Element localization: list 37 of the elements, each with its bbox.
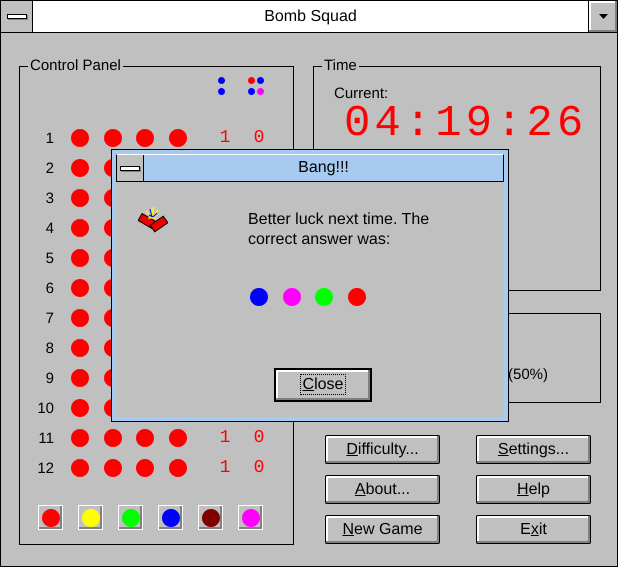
row-number: 12 — [36, 460, 54, 476]
command-button[interactable]: About... — [325, 475, 440, 504]
group-title: Time — [323, 59, 358, 73]
row-number: 11 — [37, 430, 54, 446]
system-menu-button[interactable] — [1, 1, 33, 32]
system-menu-button[interactable] — [117, 155, 144, 181]
group-title: Control Panel — [29, 59, 122, 73]
score-digit: 0 — [252, 458, 266, 478]
row-number: 1 — [44, 130, 54, 146]
row-number: 8 — [44, 340, 54, 356]
row-number: 10 — [36, 400, 54, 416]
window-title: Bomb Squad — [263, 7, 358, 27]
row-number: 4 — [44, 220, 54, 236]
score-digit: 1 — [218, 128, 232, 148]
dialog-title: Bang!!! — [297, 158, 350, 178]
row-number: 5 — [44, 250, 54, 266]
row-number: 7 — [44, 310, 54, 326]
command-button[interactable]: Help — [476, 475, 591, 504]
row-number: 9 — [44, 370, 54, 386]
score-digit: 1 — [218, 458, 232, 478]
score-digit: 0 — [252, 128, 266, 148]
score-digit: 0 — [252, 428, 266, 448]
command-button[interactable]: Exit — [476, 515, 591, 544]
score-digit: 1 — [218, 428, 232, 448]
caret-icon — [598, 14, 608, 19]
dialog-message: Better luck next time. The correct answer was: — [248, 210, 430, 250]
row-number: 2 — [44, 160, 54, 176]
command-button[interactable]: Difficulty... — [325, 435, 440, 464]
current-label: Current: — [334, 85, 390, 102]
minimize-button[interactable] — [588, 1, 617, 32]
percentage-text: (50%) — [508, 366, 548, 383]
row-number: 6 — [44, 280, 54, 296]
row-number: 3 — [44, 190, 54, 206]
clock-display: 04:19:26 — [344, 104, 588, 144]
command-button[interactable]: Settings... — [476, 435, 591, 464]
close-button[interactable]: Close — [274, 368, 372, 402]
command-button[interactable]: New Game — [325, 515, 440, 544]
